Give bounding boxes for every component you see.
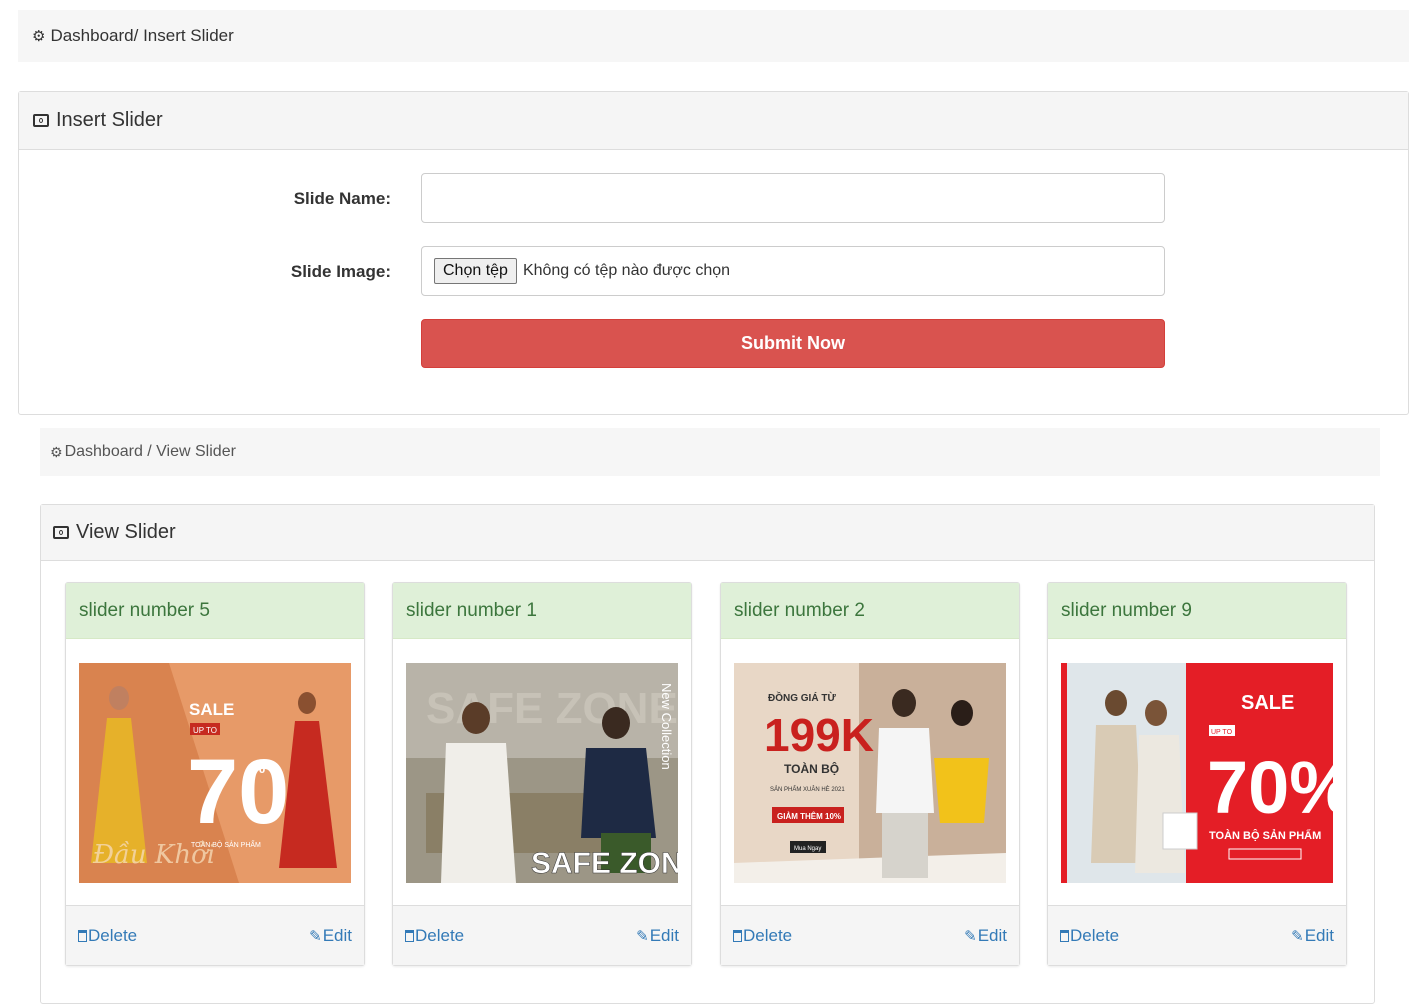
edit-link[interactable]: ✎ Edit xyxy=(1291,926,1334,946)
from-price-text: ĐỒNG GIÁ TỪ xyxy=(768,691,836,704)
file-status-text: Không có tệp nào được chọn xyxy=(522,262,731,279)
all-text: TOÀN BỘ xyxy=(784,761,839,776)
delete-link[interactable]: Delete xyxy=(733,926,792,946)
safe-zone-text: SAFE ZONE xyxy=(531,847,678,880)
slide-image-label: Slide Image: xyxy=(290,262,391,281)
pencil-icon: ✎ xyxy=(1291,927,1304,945)
delete-link[interactable]: Delete xyxy=(78,926,137,946)
delete-label: Delete xyxy=(743,925,793,945)
trash-icon xyxy=(405,929,414,942)
sub-text: TOÀN BỘ SẢN PHẨM xyxy=(1209,829,1321,842)
dashboard-icon: ⚙ xyxy=(32,28,46,45)
discount-tag-text: GIẢM THÊM 10% xyxy=(777,812,841,821)
slider-image: SAFE ZONE SAFE ZONE New Collection xyxy=(406,663,678,883)
buy-now-text: Mua Ngay xyxy=(794,846,821,852)
pencil-icon: ✎ xyxy=(309,927,322,945)
insert-slider-panel: Insert Slider Slide Name: Slide Image: C… xyxy=(18,91,1409,415)
breadcrumb-insert-text: Dashboard/ Insert Slider xyxy=(50,26,234,45)
insert-panel-title: Insert Slider xyxy=(56,109,163,131)
slider-card-title: slider number 5 xyxy=(66,583,364,639)
slide-image-file-input[interactable]: Chọn tệp Không có tệp nào được chọn xyxy=(421,246,1165,296)
camera-icon xyxy=(33,114,49,127)
slider-image: SALE UP TO 70% TOÀN BỘ SẢN PHẨM xyxy=(1061,663,1333,883)
edit-label: Edit xyxy=(1304,925,1334,945)
big-percent-text: 70% xyxy=(1207,746,1333,829)
camera-icon xyxy=(53,526,69,539)
delete-label: Delete xyxy=(415,925,465,945)
view-panel-heading: View Slider xyxy=(41,505,1374,561)
slider-card: slider number 1 SAFE ZONE SAFE ZONE New … xyxy=(392,582,692,966)
sale-text: SALE xyxy=(1241,692,1294,714)
delete-link[interactable]: Delete xyxy=(405,926,464,946)
edit-link[interactable]: ✎ Edit xyxy=(636,926,679,946)
slider-card-title: slider number 1 xyxy=(393,583,691,639)
trash-icon xyxy=(1060,929,1069,942)
slide-name-label: Slide Name: xyxy=(293,189,391,208)
script-text: Đầu Khởi xyxy=(92,840,215,870)
slider-image: ĐỒNG GIÁ TỪ 199K TOÀN BỘ SẢN PHẨM XUÂN H… xyxy=(734,663,1006,883)
edit-link[interactable]: ✎ Edit xyxy=(309,926,352,946)
slider-image: SALE UP TO 70 % TOÀN BỘ SẢN PHẨM Đầu Khở… xyxy=(79,663,351,883)
upto-text: UP TO xyxy=(193,726,217,735)
slide-name-input[interactable] xyxy=(421,173,1165,223)
pencil-icon: ✎ xyxy=(964,927,977,945)
collection-text: New Collection xyxy=(659,683,674,770)
edit-label: Edit xyxy=(977,925,1007,945)
delete-label: Delete xyxy=(1070,925,1120,945)
big-number-text: 70 xyxy=(187,741,289,843)
choose-file-button[interactable]: Chọn tệp xyxy=(434,258,517,284)
breadcrumb-view: ⚙ Dashboard / View Slider xyxy=(40,428,1380,476)
trash-icon xyxy=(78,929,87,942)
breadcrumb-view-text: Dashboard / View Slider xyxy=(64,443,236,460)
insert-panel-heading: Insert Slider xyxy=(19,92,1408,150)
slider-card-title: slider number 2 xyxy=(721,583,1019,639)
slider-card-title: slider number 9 xyxy=(1048,583,1346,639)
submit-now-button[interactable]: Submit Now xyxy=(421,319,1165,368)
slider-card: slider number 5 SALE UP TO 70 % TOÀN BỘ … xyxy=(65,582,365,966)
edit-label: Edit xyxy=(649,925,679,945)
season-text: SẢN PHẨM XUÂN HÈ 2021 xyxy=(770,786,845,793)
pencil-icon: ✎ xyxy=(636,927,649,945)
upto-text: UP TO xyxy=(1211,729,1233,736)
breadcrumb-insert: ⚙ Dashboard/ Insert Slider xyxy=(18,10,1409,62)
dashboard-icon: ⚙ xyxy=(50,443,63,460)
view-panel-title: View Slider xyxy=(76,521,176,543)
delete-label: Delete xyxy=(88,925,138,945)
trash-icon xyxy=(733,929,742,942)
percent-text: % xyxy=(251,760,265,777)
edit-link[interactable]: ✎ Edit xyxy=(964,926,1007,946)
edit-label: Edit xyxy=(322,925,352,945)
sale-text: SALE xyxy=(189,700,234,719)
price-text: 199K xyxy=(764,709,874,761)
slider-card: slider number 2 ĐỒNG GIÁ TỪ 199K TOÀN BỘ… xyxy=(720,582,1020,966)
slider-card: slider number 9 SALE UP TO 70% TOÀN BỘ S… xyxy=(1047,582,1347,966)
delete-link[interactable]: Delete xyxy=(1060,926,1119,946)
